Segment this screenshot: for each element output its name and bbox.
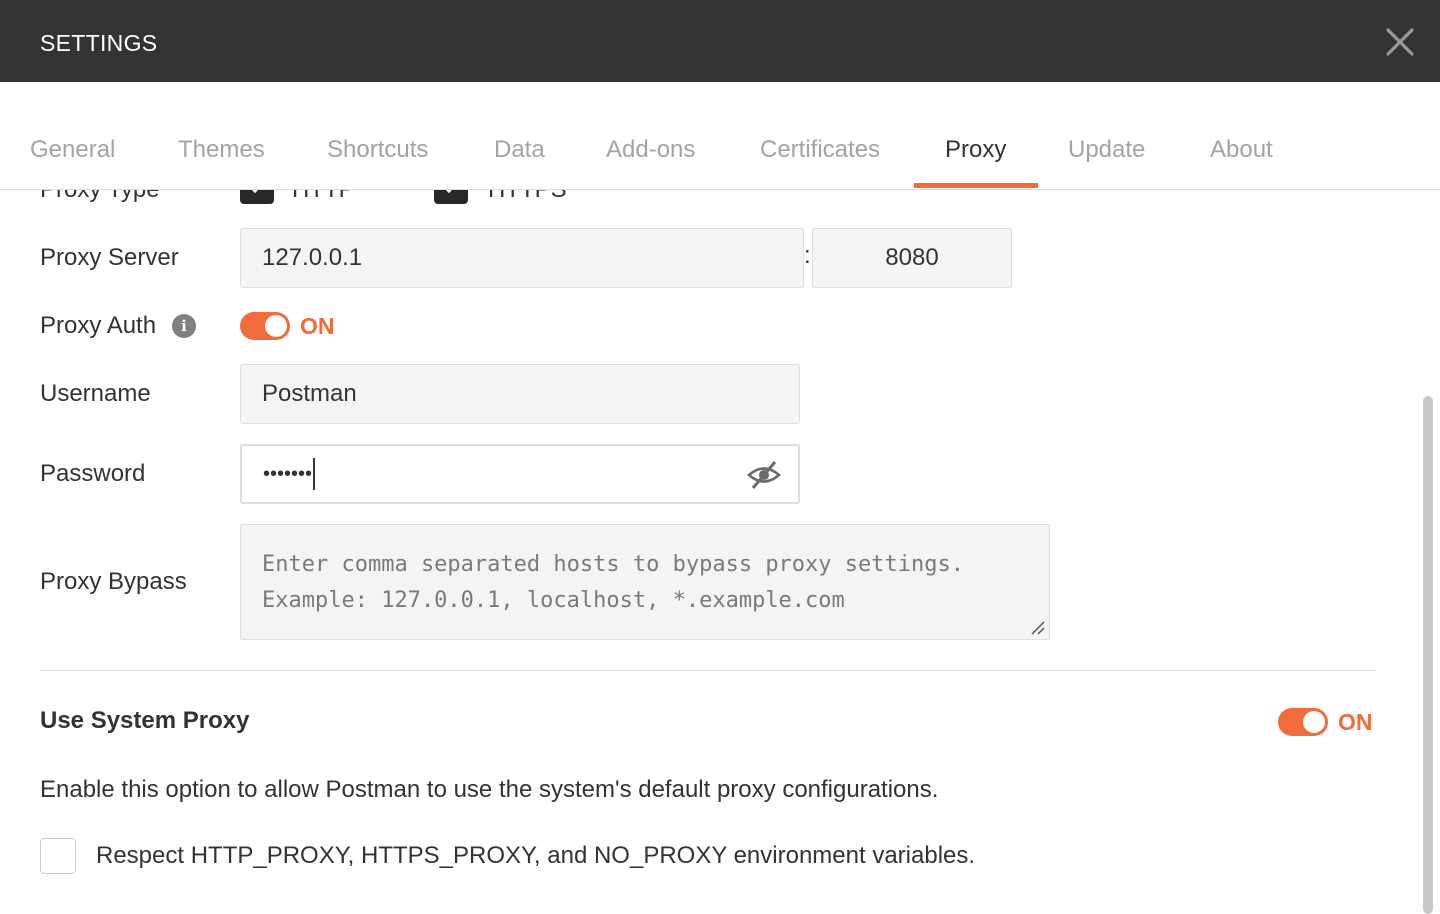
https-checkbox[interactable] bbox=[434, 190, 468, 204]
password-value: ••••••• bbox=[263, 462, 313, 485]
username-input[interactable]: Postman bbox=[240, 364, 800, 424]
close-icon[interactable] bbox=[1384, 26, 1416, 58]
resize-grip-icon[interactable] bbox=[1030, 620, 1046, 636]
http-checkbox[interactable] bbox=[240, 190, 274, 204]
proxy-auth-toggle-state: ON bbox=[300, 313, 335, 339]
info-icon[interactable]: i bbox=[172, 314, 196, 338]
toggle-knob bbox=[1303, 711, 1325, 733]
tab-data[interactable]: Data bbox=[494, 136, 545, 164]
system-proxy-heading: Use System Proxy bbox=[40, 707, 250, 734]
http-label: HTTP bbox=[292, 190, 355, 204]
env-variables-checkbox[interactable] bbox=[40, 838, 76, 874]
section-divider bbox=[40, 670, 1376, 671]
tab-shortcuts[interactable]: Shortcuts bbox=[327, 136, 428, 164]
toggle-knob bbox=[265, 315, 287, 337]
proxy-settings-panel: Proxy Type HTTP HTTPS Proxy Server 127.0… bbox=[0, 190, 1420, 914]
proxy-auth-toggle[interactable] bbox=[240, 312, 290, 340]
system-proxy-toggle-state: ON bbox=[1338, 709, 1373, 735]
password-input[interactable]: ••••••• bbox=[240, 444, 800, 504]
proxy-type-label: Proxy Type bbox=[40, 190, 160, 204]
username-label: Username bbox=[40, 380, 151, 407]
system-proxy-description: Enable this option to allow Postman to u… bbox=[40, 776, 939, 803]
env-variables-label: Respect HTTP_PROXY, HTTPS_PROXY, and NO_… bbox=[96, 842, 976, 869]
eye-slash-icon[interactable] bbox=[746, 458, 782, 492]
scrollbar[interactable] bbox=[1421, 196, 1435, 914]
host-port-separator: : bbox=[804, 242, 811, 269]
proxy-bypass-label: Proxy Bypass bbox=[40, 568, 187, 595]
settings-tabs: General Themes Shortcuts Data Add-ons Ce… bbox=[0, 82, 1440, 190]
https-label: HTTPS bbox=[488, 190, 567, 204]
tab-general[interactable]: General bbox=[30, 136, 115, 164]
tab-add-ons[interactable]: Add-ons bbox=[606, 136, 695, 164]
tab-themes[interactable]: Themes bbox=[178, 136, 265, 164]
tab-update[interactable]: Update bbox=[1068, 136, 1145, 164]
password-label: Password bbox=[40, 460, 146, 487]
scrollbar-thumb[interactable] bbox=[1423, 396, 1433, 914]
proxy-auth-label: Proxy Auth bbox=[40, 312, 157, 339]
text-cursor bbox=[313, 458, 316, 490]
tab-certificates[interactable]: Certificates bbox=[760, 136, 880, 164]
tab-about[interactable]: About bbox=[1210, 136, 1273, 164]
title-bar: SETTINGS bbox=[0, 0, 1440, 82]
proxy-server-host-input[interactable]: 127.0.0.1 bbox=[240, 228, 804, 288]
proxy-server-port-input[interactable]: 8080 bbox=[812, 228, 1012, 288]
proxy-server-label: Proxy Server bbox=[40, 244, 179, 271]
active-tab-indicator bbox=[914, 183, 1038, 188]
window-title: SETTINGS bbox=[40, 30, 158, 56]
system-proxy-toggle[interactable] bbox=[1278, 708, 1328, 736]
tab-proxy[interactable]: Proxy bbox=[945, 136, 1006, 164]
proxy-bypass-textarea[interactable]: Enter comma separated hosts to bypass pr… bbox=[240, 524, 1050, 640]
